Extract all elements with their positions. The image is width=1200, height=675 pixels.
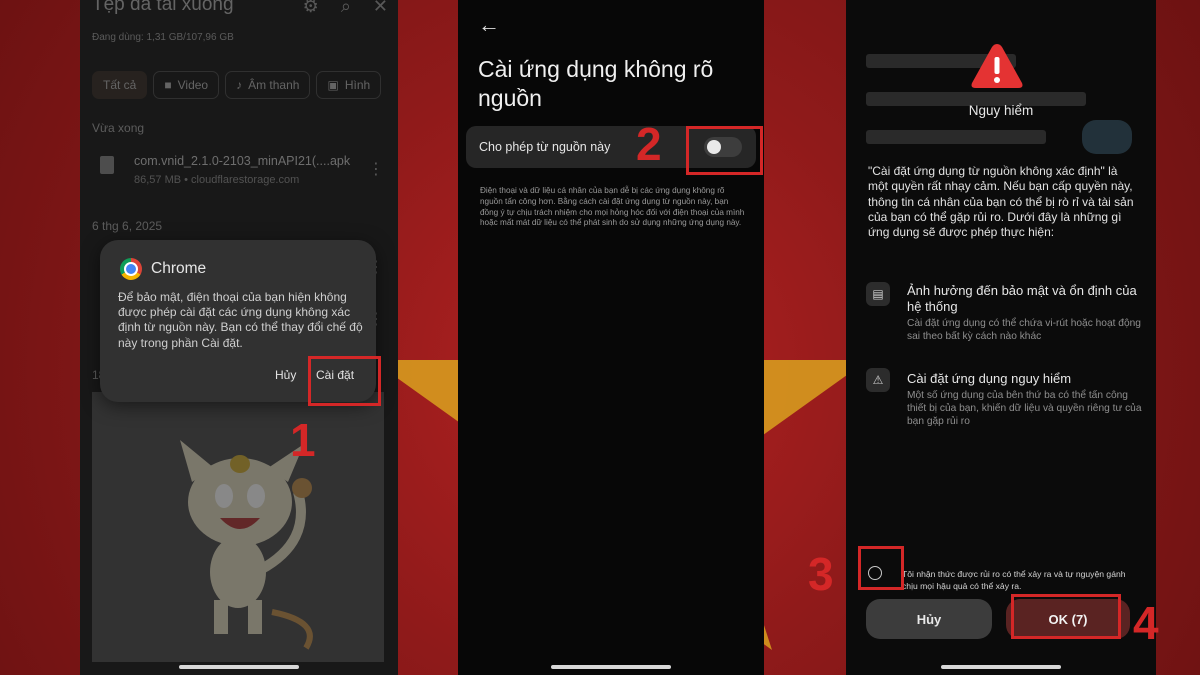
step-number-2: 2: [636, 118, 662, 170]
highlight-box-ok: [1011, 594, 1121, 639]
warning-small-icon: ⚠: [866, 368, 890, 392]
highlight-box-consent: [858, 546, 904, 590]
warning-triangle-icon: [971, 44, 1023, 88]
permission-description: Cài đặt ứng dụng có thể chứa vi-rút hoặc…: [907, 318, 1141, 343]
dialog-cancel-button[interactable]: Hủy: [275, 368, 296, 382]
step-number-1: 1: [290, 414, 316, 466]
dialog-message: Để bảo mật, điện thoại của bạn hiện khôn…: [118, 290, 363, 350]
cancel-button[interactable]: Hủy: [866, 599, 992, 639]
home-indicator[interactable]: [551, 665, 671, 669]
permission-description: Một số ứng dụng của bên thứ ba có thể tấ…: [907, 390, 1142, 428]
phone-unknown-sources-screen: ← Cài ứng dụng không rõ nguồn Cho phép t…: [458, 0, 764, 675]
dialog-title: Nguy hiểm: [968, 103, 1034, 118]
home-indicator[interactable]: [941, 665, 1061, 669]
permission-title: Cài đặt ứng dụng nguy hiểm: [907, 371, 1072, 386]
warning-description: Điện thoại và dữ liệu cá nhân của bạn dễ…: [480, 186, 745, 228]
back-arrow-icon[interactable]: ←: [478, 12, 500, 38]
page-title: Cài ứng dụng không rõ nguồn: [478, 56, 714, 111]
consent-text: Tôi nhận thức được rủi ro có thể xảy ra …: [902, 569, 1126, 592]
chrome-logo-icon: [120, 258, 142, 280]
highlight-box-toggle: [686, 126, 763, 175]
allow-source-label: Cho phép từ nguồn này: [479, 140, 611, 154]
highlight-box-settings: [308, 356, 381, 406]
dialog-title: Chrome: [151, 260, 207, 277]
permission-title: Ảnh hưởng đến bảo mật và ổn định của hệ …: [907, 283, 1137, 314]
phone-downloads-screen: Tệp đã tải xuống ⚙ ⌕ ✕ Đang dùng: 1,31 G…: [80, 0, 398, 675]
step-number-3: 3: [808, 548, 834, 600]
warning-body: "Cài đặt ứng dụng từ nguồn không xác địn…: [868, 164, 1134, 240]
step-number-4: 4: [1133, 597, 1159, 649]
home-indicator[interactable]: [179, 665, 299, 669]
security-box-icon: ▤: [866, 282, 890, 306]
